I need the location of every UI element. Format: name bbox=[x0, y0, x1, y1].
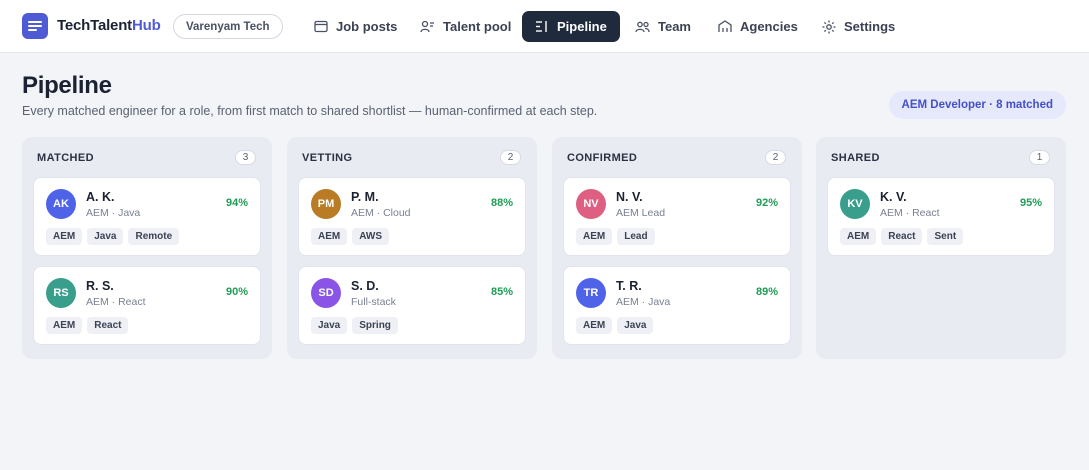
candidate-name: R. S. bbox=[86, 279, 114, 293]
skill-tags: AEM Lead bbox=[576, 228, 655, 245]
candidate-card[interactable]: KV K. V. AEM · React 95% AEM React Sent bbox=[827, 177, 1055, 256]
candidate-role: Full-stack bbox=[351, 296, 396, 308]
nav-settings[interactable]: Settings bbox=[809, 11, 908, 42]
column-title: SHARED bbox=[831, 152, 880, 164]
nav-label: Pipeline bbox=[557, 19, 607, 34]
page-subtitle: Every matched engineer for a role, from … bbox=[22, 104, 598, 118]
candidate-name: N. V. bbox=[616, 190, 643, 204]
column-count: 1 bbox=[1029, 150, 1050, 165]
folder-icon bbox=[314, 20, 328, 33]
brand-main: TechTalent bbox=[57, 17, 132, 34]
avatar: AK bbox=[46, 189, 76, 219]
match-score: 85% bbox=[490, 286, 513, 298]
column-title: MATCHED bbox=[37, 152, 94, 164]
pipeline-column-vetting: VETTING 2 PM P. M. AEM · Cloud 88% AEM A… bbox=[287, 137, 537, 359]
candidate-name: T. R. bbox=[616, 279, 642, 293]
skill-tag: AEM bbox=[46, 317, 83, 334]
match-score: 88% bbox=[490, 197, 513, 209]
column-count: 2 bbox=[500, 150, 521, 165]
skill-tags: AEM React Sent bbox=[840, 228, 964, 245]
candidate-role: AEM · Cloud bbox=[351, 207, 411, 219]
team-icon bbox=[635, 21, 650, 32]
avatar: NV bbox=[576, 189, 606, 219]
candidate-name: S. D. bbox=[351, 279, 379, 293]
candidate-role: AEM · React bbox=[86, 296, 146, 308]
skill-tag: Java bbox=[617, 317, 654, 334]
candidate-card[interactable]: RS R. S. AEM · React 90% AEM React bbox=[33, 266, 261, 345]
avatar: KV bbox=[840, 189, 870, 219]
nav-label: Settings bbox=[844, 19, 896, 34]
skill-tags: AEM Java Remote bbox=[46, 228, 180, 245]
candidate-card[interactable]: TR T. R. AEM · Java 89% AEM Java bbox=[563, 266, 791, 345]
candidate-card[interactable]: SD S. D. Full-stack 85% Java Spring bbox=[298, 266, 526, 345]
nav-team[interactable]: Team bbox=[622, 11, 704, 42]
skill-tag: Spring bbox=[352, 317, 398, 334]
role-filter-badge[interactable]: AEM Developer · 8 matched bbox=[888, 91, 1066, 119]
match-score: 89% bbox=[755, 286, 778, 298]
column-title: VETTING bbox=[302, 152, 353, 164]
skill-tag: AEM bbox=[576, 317, 613, 334]
skill-tags: AEM React bbox=[46, 317, 129, 334]
skill-tags: AEM Java bbox=[576, 317, 654, 334]
nav-job-posts[interactable]: Job posts bbox=[301, 11, 410, 42]
avatar: RS bbox=[46, 278, 76, 308]
skill-tags: Java Spring bbox=[311, 317, 398, 334]
match-score: 92% bbox=[755, 197, 778, 209]
skill-tag: Java bbox=[311, 317, 348, 334]
candidate-role: AEM · Java bbox=[616, 296, 671, 308]
skill-tag: Remote bbox=[128, 228, 180, 245]
candidate-card[interactable]: NV N. V. AEM Lead 92% AEM Lead bbox=[563, 177, 791, 256]
skill-tag: React bbox=[881, 228, 923, 245]
match-score: 94% bbox=[225, 197, 248, 209]
brand-name[interactable]: TechTalentHub bbox=[57, 17, 161, 34]
candidate-name: K. V. bbox=[880, 190, 907, 204]
column-count: 3 bbox=[235, 150, 256, 165]
nav-label: Job posts bbox=[336, 19, 398, 34]
avatar: PM bbox=[311, 189, 341, 219]
candidate-card[interactable]: PM P. M. AEM · Cloud 88% AEM AWS bbox=[298, 177, 526, 256]
pipeline-column-matched: MATCHED 3 AK A. K. AEM · Java 94% AEM Ja… bbox=[22, 137, 272, 359]
nav-label: Agencies bbox=[740, 19, 798, 34]
candidate-card[interactable]: AK A. K. AEM · Java 94% AEM Java Remote bbox=[33, 177, 261, 256]
org-switcher[interactable]: Varenyam Tech bbox=[173, 14, 283, 39]
skill-tag: AEM bbox=[576, 228, 613, 245]
pipeline-column-shared: SHARED 1 KV K. V. AEM · React 95% AEM Re… bbox=[816, 137, 1066, 359]
column-count: 2 bbox=[765, 150, 786, 165]
skill-tag: AEM bbox=[311, 228, 348, 245]
candidate-name: P. M. bbox=[351, 190, 379, 204]
users-icon bbox=[420, 20, 434, 33]
skill-tag: Lead bbox=[617, 228, 655, 245]
match-score: 95% bbox=[1019, 197, 1042, 209]
skill-tag: React bbox=[87, 317, 129, 334]
nav-label: Talent pool bbox=[443, 19, 512, 34]
avatar: TR bbox=[576, 278, 606, 308]
skill-tag: AEM bbox=[840, 228, 877, 245]
skill-tags: AEM AWS bbox=[311, 228, 390, 245]
brand-accent: Hub bbox=[131, 17, 161, 34]
skill-tag: Java bbox=[87, 228, 124, 245]
logo-icon[interactable] bbox=[22, 13, 48, 39]
pipeline-column-confirmed: CONFIRMED 2 NV N. V. AEM Lead 92% AEM Le… bbox=[552, 137, 802, 359]
nav-label: Team bbox=[658, 19, 691, 34]
building-icon bbox=[718, 20, 732, 32]
match-score: 90% bbox=[225, 286, 248, 298]
candidate-role: AEM · React bbox=[880, 207, 940, 219]
skill-tag: AWS bbox=[352, 228, 390, 245]
column-title: CONFIRMED bbox=[567, 152, 638, 164]
page-title: Pipeline bbox=[22, 72, 112, 99]
candidate-name: A. K. bbox=[86, 190, 115, 204]
skill-tag: Sent bbox=[927, 228, 964, 245]
candidate-role: AEM · Java bbox=[86, 207, 141, 219]
candidate-role: AEM Lead bbox=[616, 207, 666, 219]
skill-tag: AEM bbox=[46, 228, 83, 245]
nav-agencies[interactable]: Agencies bbox=[705, 11, 811, 42]
top-bar: TechTalentHub Varenyam Tech Job posts Ta… bbox=[0, 0, 1089, 53]
avatar: SD bbox=[311, 278, 341, 308]
pipeline-icon bbox=[536, 21, 547, 32]
gear-icon bbox=[822, 20, 836, 33]
nav-pipeline[interactable]: Pipeline bbox=[522, 11, 620, 42]
nav-talent-pool[interactable]: Talent pool bbox=[407, 11, 524, 42]
